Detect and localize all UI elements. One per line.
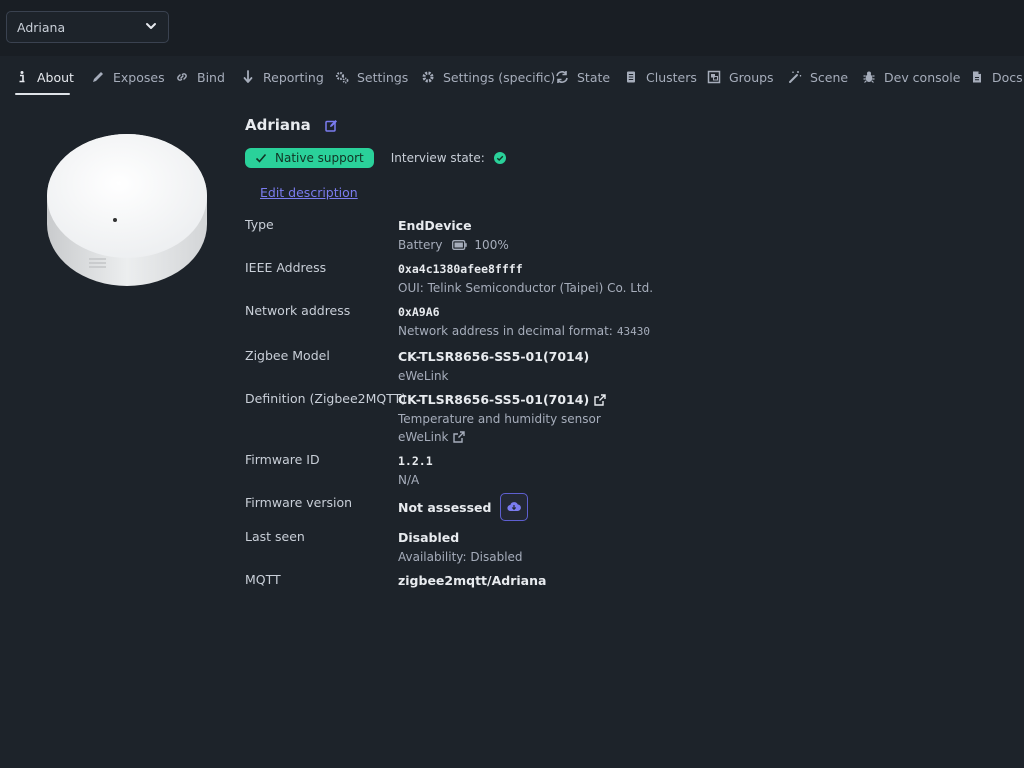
mqtt-topic-value: zigbee2mqtt/Adriana bbox=[398, 573, 547, 588]
network-address-block: 0xA9A6 Network address in decimal format… bbox=[398, 303, 798, 339]
firmware-id-label: Firmware ID bbox=[245, 452, 320, 467]
tab-label: Scene bbox=[810, 69, 849, 85]
last-seen-label: Last seen bbox=[245, 529, 305, 544]
status-row: Native support Interview state: bbox=[245, 148, 506, 168]
tab-label: Groups bbox=[729, 69, 774, 85]
external-link-icon bbox=[594, 393, 606, 406]
checkmark-icon bbox=[255, 153, 267, 163]
tab-label: Reporting bbox=[263, 69, 324, 85]
device-select-value: Adriana bbox=[17, 19, 66, 35]
definition-label: Definition (Zigbee2MQTT) bbox=[245, 391, 407, 406]
file-icon bbox=[970, 70, 984, 84]
network-address-decimal: Network address in decimal format: 43430 bbox=[398, 323, 798, 339]
cogs-icon bbox=[335, 70, 349, 84]
magic-wand-icon bbox=[788, 70, 802, 84]
zigbee-model-value: CK-TLSR8656-SS5-01(7014) bbox=[398, 349, 590, 364]
firmware-version-block: Not assessed bbox=[398, 493, 798, 521]
tab-dev-console[interactable]: Dev console bbox=[862, 56, 960, 98]
battery-level: 100% bbox=[474, 238, 509, 252]
firmware-id-block: 1.2.1 N/A bbox=[398, 452, 798, 488]
device-title-row: Adriana bbox=[245, 114, 338, 136]
info-icon bbox=[15, 70, 29, 84]
firmware-version-value: Not assessed bbox=[398, 499, 492, 515]
definition-description: Temperature and humidity sensor bbox=[398, 412, 601, 426]
native-support-badge: Native support bbox=[245, 148, 374, 168]
type-value: EndDevice bbox=[398, 218, 472, 233]
pencil-icon bbox=[91, 70, 105, 84]
definition-value: CK-TLSR8656-SS5-01(7014) bbox=[398, 392, 590, 407]
tab-state[interactable]: State bbox=[555, 56, 610, 98]
network-decimal-label: Network address in decimal format: bbox=[398, 324, 613, 338]
tab-label: State bbox=[577, 69, 611, 85]
interview-state-label: Interview state: bbox=[390, 151, 485, 165]
firmware-date-value: N/A bbox=[398, 473, 420, 487]
definition-link[interactable]: CK-TLSR8656-SS5-01(7014) bbox=[398, 391, 798, 408]
tab-label: About bbox=[37, 69, 74, 85]
tab-bind[interactable]: Bind bbox=[175, 56, 225, 98]
tab-label: Exposes bbox=[113, 69, 165, 85]
zigbee-model-vendor: eWeLink bbox=[398, 369, 449, 383]
cloud-download-icon bbox=[507, 502, 522, 512]
external-link-icon bbox=[452, 431, 465, 443]
download-arrow-icon bbox=[241, 70, 255, 84]
device-name: Adriana bbox=[245, 116, 311, 134]
gear-icon bbox=[421, 70, 435, 84]
definition-vendor-link[interactable]: eWeLink bbox=[398, 429, 798, 445]
ieee-label: IEEE Address bbox=[245, 260, 327, 275]
top-bar: Adriana bbox=[0, 0, 1024, 56]
tab-label: Settings bbox=[357, 69, 409, 85]
zigbee-model-block: CK-TLSR8656-SS5-01(7014) eWeLink bbox=[398, 348, 798, 384]
battery-icon bbox=[452, 240, 468, 250]
ieee-value: 0xa4c1380afee8ffff bbox=[398, 261, 523, 276]
firmware-id-value: 1.2.1 bbox=[398, 453, 433, 468]
bug-icon bbox=[862, 70, 876, 84]
type-label: Type bbox=[245, 217, 274, 232]
tab-groups[interactable]: Groups bbox=[707, 56, 774, 98]
oui-value: OUI: Telink Semiconductor (Taipei) Co. L… bbox=[398, 281, 654, 295]
mqtt-block: zigbee2mqtt/Adriana bbox=[398, 572, 798, 589]
network-decimal-value: 43430 bbox=[616, 324, 650, 338]
zigbee-model-label: Zigbee Model bbox=[245, 348, 330, 363]
network-address-label: Network address bbox=[245, 303, 351, 318]
definition-block: CK-TLSR8656-SS5-01(7014) Temperature and… bbox=[398, 391, 798, 445]
tab-exposes[interactable]: Exposes bbox=[91, 56, 165, 98]
mqtt-label: MQTT bbox=[245, 572, 281, 587]
last-seen-value: Disabled bbox=[398, 530, 460, 545]
tab-settings[interactable]: Settings bbox=[335, 56, 408, 98]
availability-value: Availability: Disabled bbox=[398, 550, 523, 564]
tab-reporting[interactable]: Reporting bbox=[241, 56, 324, 98]
power-source: Battery 100% bbox=[398, 237, 798, 253]
last-seen-block: Disabled Availability: Disabled bbox=[398, 529, 798, 565]
tab-label: Dev console bbox=[884, 69, 961, 85]
tab-settings-specific[interactable]: Settings (specific) bbox=[421, 56, 555, 98]
edit-description-link[interactable]: Edit description bbox=[260, 185, 358, 200]
tab-clusters[interactable]: Clusters bbox=[624, 56, 697, 98]
device-image bbox=[44, 126, 210, 292]
edit-name-icon[interactable] bbox=[325, 119, 338, 132]
object-group-icon bbox=[707, 70, 721, 84]
check-circle-icon bbox=[493, 152, 506, 164]
chevron-down-icon bbox=[144, 19, 158, 36]
firmware-version-label: Firmware version bbox=[245, 495, 353, 510]
network-address-value: 0xA9A6 bbox=[398, 304, 440, 319]
check-update-button[interactable] bbox=[500, 493, 529, 521]
type-value-block: EndDevice Battery 100% bbox=[398, 217, 798, 253]
tab-label: Settings (specific) bbox=[443, 69, 556, 85]
document-icon bbox=[624, 70, 638, 84]
tab-docs[interactable]: Docs bbox=[970, 56, 1023, 98]
power-source-label: Battery bbox=[398, 238, 443, 252]
tab-label: Docs bbox=[992, 69, 1023, 85]
link-icon bbox=[175, 70, 189, 84]
definition-vendor: eWeLink bbox=[398, 430, 449, 444]
device-select[interactable]: Adriana bbox=[6, 11, 169, 43]
tab-about[interactable]: About bbox=[15, 56, 74, 98]
tab-label: Bind bbox=[197, 69, 225, 85]
tab-scene[interactable]: Scene bbox=[788, 56, 848, 98]
device-tabs: About Exposes Bind Reporting Settings Se… bbox=[0, 56, 1024, 98]
tab-label: Clusters bbox=[646, 69, 697, 85]
refresh-icon bbox=[555, 70, 569, 84]
ieee-value-block: 0xa4c1380afee8ffff OUI: Telink Semicondu… bbox=[398, 260, 798, 296]
native-support-label: Native support bbox=[275, 151, 364, 165]
